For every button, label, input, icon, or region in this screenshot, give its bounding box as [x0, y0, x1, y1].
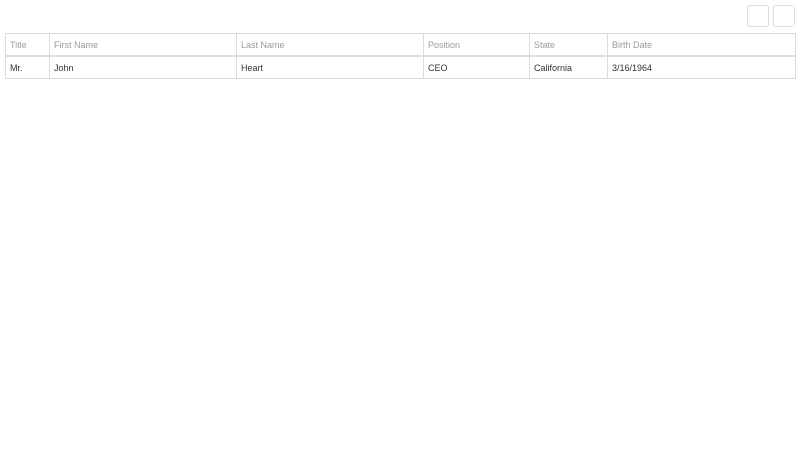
header-row: Title First Name Last Name Position Stat… — [5, 33, 796, 57]
column-header-birth-date[interactable]: Birth Date — [607, 33, 796, 57]
column-header-state[interactable]: State — [529, 33, 608, 57]
column-header-last-name[interactable]: Last Name — [236, 33, 424, 57]
cell-last-name[interactable]: Heart — [236, 55, 424, 79]
column-header-first-name[interactable]: First Name — [49, 33, 237, 57]
column-header-title[interactable]: Title — [5, 33, 50, 57]
page: Title First Name Last Name Position Stat… — [0, 0, 800, 450]
data-grid: Title First Name Last Name Position Stat… — [5, 33, 796, 79]
cell-title[interactable]: Mr. — [5, 55, 50, 79]
cell-birth-date[interactable]: 3/16/1964 — [607, 55, 796, 79]
grid-toolbar — [747, 5, 795, 27]
toolbar-button-1[interactable] — [747, 5, 769, 27]
cell-state[interactable]: California — [529, 55, 608, 79]
table-row[interactable]: Mr. John Heart CEO California 3/16/1964 — [5, 55, 796, 79]
column-header-position[interactable]: Position — [423, 33, 530, 57]
cell-position[interactable]: CEO — [423, 55, 530, 79]
cell-first-name[interactable]: John — [49, 55, 237, 79]
toolbar-button-2[interactable] — [773, 5, 795, 27]
